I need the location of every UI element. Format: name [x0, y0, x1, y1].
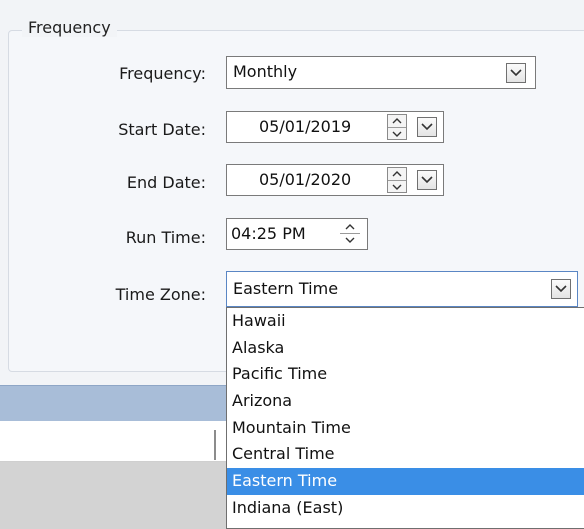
list-item-selected[interactable]: Eastern Time	[227, 468, 584, 495]
end-date-label: End Date:	[126, 173, 206, 192]
time-zone-label: Time Zone:	[115, 285, 206, 304]
start-date-label: Start Date:	[118, 120, 206, 139]
spin-down-icon[interactable]	[388, 180, 406, 193]
list-item[interactable]: Alaska	[227, 335, 584, 362]
start-date-field[interactable]: 05/01/2019	[226, 111, 444, 143]
list-item[interactable]: Mountain Time	[227, 415, 584, 442]
list-item[interactable]: Hawaii	[227, 308, 584, 335]
frequency-legend: Frequency	[22, 18, 117, 37]
spin-up-icon[interactable]	[388, 168, 406, 180]
start-date-spinner[interactable]	[387, 114, 407, 140]
list-item[interactable]: Central Time	[227, 441, 584, 468]
time-zone-select[interactable]: Eastern Time	[226, 271, 578, 307]
column-divider[interactable]	[214, 430, 216, 460]
list-item[interactable]: Indiana (East)	[227, 495, 584, 522]
spin-up-icon[interactable]	[340, 221, 360, 233]
spin-up-icon[interactable]	[388, 115, 406, 127]
frequency-select[interactable]: Monthly	[226, 56, 536, 89]
chevron-down-icon[interactable]	[417, 117, 437, 137]
run-time-value: 04:25 PM	[231, 224, 306, 243]
list-item[interactable]: Pacific Time	[227, 361, 584, 388]
time-zone-dropdown-list[interactable]: Hawaii Alaska Pacific Time Arizona Mount…	[226, 307, 584, 529]
chevron-down-icon[interactable]	[551, 279, 571, 299]
frequency-value: Monthly	[233, 62, 298, 81]
end-date-field[interactable]: 05/01/2020	[226, 164, 444, 196]
time-zone-value: Eastern Time	[233, 279, 339, 298]
spin-down-icon[interactable]	[388, 127, 406, 140]
chevron-down-icon[interactable]	[417, 170, 437, 190]
run-time-label: Run Time:	[125, 228, 206, 247]
spin-down-icon[interactable]	[340, 233, 360, 246]
frequency-label: Frequency:	[119, 64, 206, 83]
end-date-spinner[interactable]	[387, 167, 407, 193]
run-time-spinner[interactable]	[340, 221, 360, 247]
list-item[interactable]: Arizona	[227, 388, 584, 415]
start-date-value: 05/01/2019	[259, 117, 352, 136]
end-date-value: 05/01/2020	[259, 170, 352, 189]
run-time-field[interactable]: 04:25 PM	[226, 218, 368, 250]
chevron-down-icon[interactable]	[506, 63, 526, 83]
